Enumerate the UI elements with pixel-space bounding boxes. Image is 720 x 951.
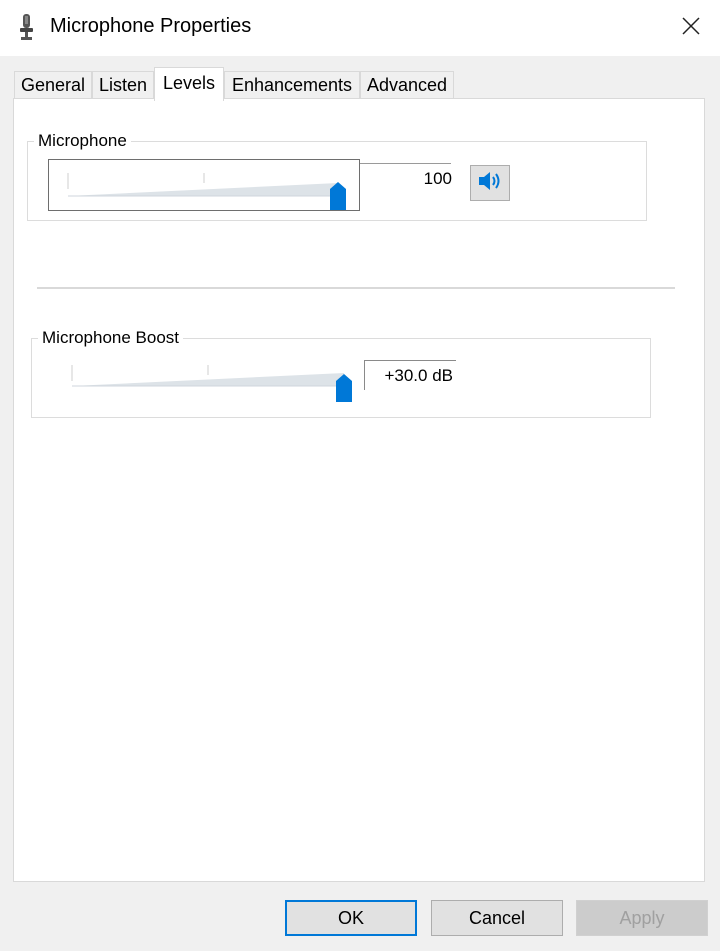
microphone-boost-value-box: +30.0 dB <box>364 360 456 390</box>
close-icon <box>682 16 700 40</box>
apply-button[interactable]: Apply <box>576 900 708 936</box>
microphone-mute-button[interactable] <box>470 165 510 201</box>
microphone-boost-slider[interactable] <box>52 353 352 402</box>
tab-advanced[interactable]: Advanced <box>360 71 454 99</box>
microphone-boost-value: +30.0 dB <box>384 366 453 385</box>
microphone-slider-thumb[interactable] <box>329 181 347 216</box>
microphone-boost-group-label: Microphone Boost <box>38 328 184 348</box>
microphone-group-label: Microphone <box>34 131 131 151</box>
window-title: Microphone Properties <box>50 15 252 37</box>
tab-levels[interactable]: Levels <box>154 67 224 101</box>
microphone-boost-slider-thumb[interactable] <box>335 373 353 408</box>
separator <box>37 287 675 289</box>
microphone-level-value: 100 <box>423 169 452 188</box>
dialog-body: General Listen Levels Enhancements Advan… <box>0 56 720 951</box>
ok-button[interactable]: OK <box>285 900 417 936</box>
microphone-boost-group: Microphone Boost +30.0 dB <box>31 328 651 418</box>
tab-general[interactable]: General <box>14 71 92 99</box>
microphone-icon <box>18 13 36 41</box>
microphone-group: Microphone 100 <box>27 131 647 221</box>
close-button[interactable] <box>662 0 720 56</box>
tab-enhancements[interactable]: Enhancements <box>224 71 360 99</box>
title-bar: Microphone Properties <box>0 0 720 56</box>
cancel-button[interactable]: Cancel <box>431 900 563 936</box>
tab-strip: General Listen Levels Enhancements Advan… <box>14 67 706 101</box>
levels-page: Microphone 100 Microphone Boost +30.0 dB <box>13 98 705 882</box>
microphone-value-top-line <box>360 163 451 164</box>
speaker-icon <box>477 170 503 197</box>
microphone-slider[interactable] <box>48 159 360 211</box>
tab-listen[interactable]: Listen <box>92 71 154 99</box>
